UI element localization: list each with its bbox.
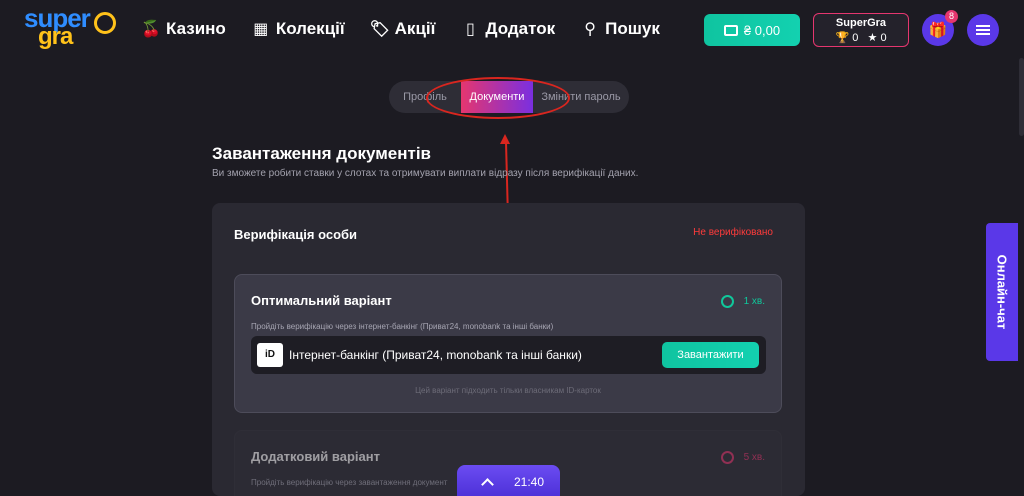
hamburger-icon <box>976 25 990 35</box>
scrollbar-thumb[interactable] <box>1019 58 1024 136</box>
option-time: 1 хв. <box>720 295 765 308</box>
option-optimal: Оптимальний варіант 1 хв. Пройдіть вериф… <box>234 274 782 413</box>
upload-button[interactable]: Завантажити <box>662 342 759 368</box>
page-subtitle: Ви зможете робити ставки у слотах та отр… <box>212 168 639 179</box>
page-title: Завантаження документів <box>212 144 432 163</box>
wallet-button[interactable]: ₴ 0,00 <box>704 14 800 46</box>
search-icon: ⚲ <box>584 21 596 38</box>
clock-icon <box>720 295 734 308</box>
nav-item-search[interactable]: ⚲ Пошук <box>581 19 660 39</box>
option-hint: Пройдіть верифікацію через завантаження … <box>251 478 448 487</box>
option-time-text: 5 хв. <box>743 452 765 463</box>
logo-text-bottom: gra <box>38 23 73 50</box>
nav-label: Казино <box>166 19 226 38</box>
bankid-logo-icon: iD <box>257 343 283 367</box>
option-hint: Пройдіть верифікацію через інтернет-банк… <box>251 322 554 331</box>
chevron-up-icon <box>481 477 494 491</box>
nav-label: Додаток <box>485 19 556 38</box>
tag-icon: 🏷 <box>369 21 390 38</box>
verification-title: Верифікація особи <box>234 227 358 242</box>
star-count: 0 <box>880 32 887 44</box>
nav-label: Пошук <box>605 19 660 38</box>
option-time-text: 1 хв. <box>743 296 765 307</box>
nav-item-promotions[interactable]: 🏷 Акції <box>369 19 436 39</box>
wallet-balance: ₴ 0,00 <box>743 22 781 38</box>
bank-method-row: iD Інтернет-банкінг (Приват24, monobank … <box>251 336 766 374</box>
profile-summary[interactable]: SuperGra 🏆 0 ★ 0 <box>813 13 909 47</box>
verification-status: Не верифіковано <box>693 227 773 238</box>
cherries-icon: 🍒 <box>141 21 161 38</box>
verification-card: Верифікація особи Не верифіковано Оптима… <box>212 203 805 496</box>
phone-icon: ▯ <box>466 21 475 38</box>
main-nav: 🍒 Казино ▦ Колекції 🏷 Акції ▯ Додаток ⚲ … <box>141 0 686 58</box>
option-footnote: Цей варіант підходить тільки власникам I… <box>415 386 601 395</box>
menu-button[interactable] <box>967 14 999 46</box>
annotation-ellipse <box>426 77 570 119</box>
trophy-count: 0 <box>852 32 859 44</box>
star-icon: ★ <box>867 32 878 44</box>
nav-item-app[interactable]: ▯ Додаток <box>461 19 555 39</box>
clock-time: 21:40 <box>514 475 545 489</box>
online-chat-label: Онлайн-чат <box>994 254 1010 330</box>
grid-icon: ▦ <box>253 21 269 38</box>
nav-label: Колекції <box>275 19 345 38</box>
logo-ball-icon <box>94 12 116 34</box>
profile-name: SuperGra <box>835 17 887 29</box>
nav-item-casino[interactable]: 🍒 Казино <box>141 19 226 39</box>
top-header: super gra 🍒 Казино ▦ Колекції 🏷 Акції ▯ … <box>0 0 1024 58</box>
nav-label: Акції <box>394 19 436 38</box>
gift-badge: 8 <box>945 10 958 23</box>
profile-stats: 🏆 0 ★ 0 <box>814 31 908 44</box>
trophy-icon: 🏆 <box>835 32 850 44</box>
clock-icon <box>720 451 734 464</box>
online-chat-tab[interactable]: Онлайн-чат <box>986 223 1018 361</box>
bank-method-label: Інтернет-банкінг (Приват24, monobank та … <box>289 348 582 362</box>
option-title: Додатковий варіант <box>251 449 380 464</box>
option-time: 5 хв. <box>720 451 765 464</box>
clock-pill[interactable]: 21:40 <box>457 465 560 496</box>
supergra-logo[interactable]: super gra <box>24 5 120 50</box>
gift-icon: 🎁 <box>928 22 948 39</box>
wallet-icon <box>723 24 738 36</box>
nav-item-collections[interactable]: ▦ Колекції <box>252 19 345 39</box>
option-title: Оптимальний варіант <box>251 293 392 308</box>
